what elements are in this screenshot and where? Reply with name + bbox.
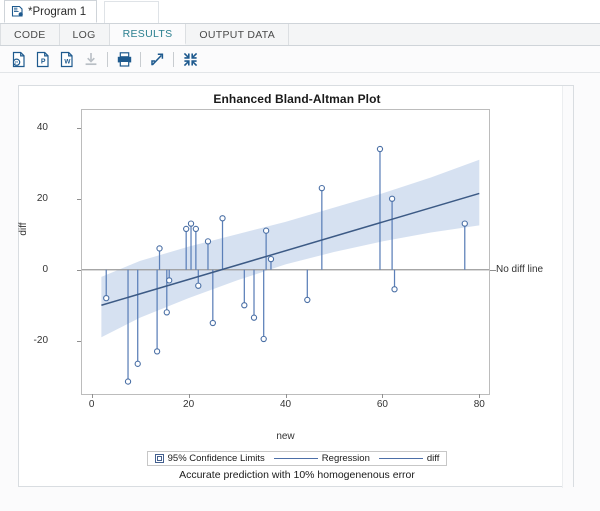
svg-text:W: W [64, 58, 71, 65]
legend-swatch-diff-icon [378, 458, 423, 459]
x-axis-tick-mark [188, 394, 190, 398]
export-pdf-button[interactable]: P [7, 48, 31, 70]
plot-area [81, 109, 490, 395]
tab-log-label: LOG [72, 28, 96, 41]
tab-results[interactable]: RESULTS [109, 24, 187, 45]
export-pdf-icon: P [12, 51, 25, 67]
program-tab-label: *Program 1 [28, 5, 87, 18]
data-point-marker [192, 225, 200, 233]
x-axis-tick-mark [285, 394, 287, 398]
tab-results-label: RESULTS [122, 27, 173, 40]
svg-text:P: P [41, 58, 46, 65]
program-tab[interactable]: *Program 1 [4, 0, 98, 23]
y-axis-tick-label: 0 [42, 263, 48, 275]
maximize-view-icon [183, 52, 197, 66]
open-in-new-window-button[interactable] [145, 48, 169, 70]
data-point-marker [388, 195, 396, 202]
maximize-view-button[interactable] [178, 48, 202, 70]
results-toolbar: P P W [0, 46, 600, 73]
data-point-marker [250, 314, 258, 321]
x-axis-label: new [276, 431, 295, 442]
download-icon [85, 52, 97, 65]
legend-swatch-band-icon [154, 454, 164, 463]
tab-output-data-label: OUTPUT DATA [199, 28, 276, 41]
data-point-marker [156, 245, 163, 252]
data-point-marker [134, 360, 141, 367]
export-word-icon: W [60, 51, 73, 67]
data-point-marker [183, 225, 190, 233]
tab-log[interactable]: LOG [59, 24, 110, 45]
tab-code-label: CODE [14, 28, 46, 41]
results-card: Enhanced Bland-Altman Plot diff -20 0 20 40… [18, 85, 574, 488]
data-point-marker [124, 378, 132, 385]
toolbar-separator-2 [140, 51, 141, 67]
data-point-marker [163, 309, 170, 316]
data-point-marker [376, 145, 384, 153]
x-axis-tick-label: 0 [88, 399, 95, 410]
x-axis-tick-mark [382, 394, 384, 398]
x-axis-tick-label: 40 [279, 399, 292, 410]
x-axis-tick-mark [479, 394, 481, 398]
tab-output-data[interactable]: OUTPUT DATA [186, 24, 290, 45]
print-button[interactable] [112, 48, 136, 70]
data-point-marker [241, 302, 248, 309]
legend-label-ci: 95% Confidence Limits [167, 453, 265, 464]
legend-item-diff[interactable]: diff [378, 453, 440, 464]
legend-label-regression: Regression [321, 453, 370, 464]
data-point-marker [267, 255, 275, 263]
y-axis-tick-label: 40 [36, 121, 48, 133]
data-point-marker [103, 294, 110, 302]
export-word-button[interactable]: W [55, 48, 79, 70]
chart-footnote: Accurate prediction with 10% homogenenou… [179, 469, 415, 481]
legend-swatch-line-icon [273, 458, 318, 459]
data-point-marker [461, 220, 468, 227]
results-scrollbar[interactable] [562, 86, 573, 488]
y-axis-label: diff [18, 222, 30, 236]
data-point-marker [391, 286, 398, 293]
plot-canvas [82, 145, 489, 385]
toolbar-separator-3 [173, 51, 174, 67]
results-pane: Enhanced Bland-Altman Plot diff -20 0 20 40… [0, 73, 600, 511]
tab-code[interactable]: CODE [0, 24, 60, 45]
data-point-marker [209, 319, 216, 327]
chart-title: Enhanced Bland-Altman Plot [213, 92, 381, 106]
data-point-marker [187, 220, 195, 227]
export-powerpoint-icon: P [36, 51, 49, 67]
data-point-marker [153, 348, 161, 355]
x-axis-tick-label: 80 [473, 399, 485, 410]
print-icon [117, 51, 131, 67]
sas-studio-results-window: *Program 1 CODE LOG RESULTS OUTPUT DATA … [0, 0, 600, 511]
legend-item-regression[interactable]: Regression [273, 453, 370, 464]
x-axis-tick-label: 20 [183, 399, 195, 410]
program-document-icon [11, 5, 24, 18]
download-button[interactable] [79, 48, 103, 70]
data-point-marker [304, 296, 311, 304]
toolbar-separator-1 [107, 51, 108, 67]
chart-legend: 95% Confidence Limits Regression diff [147, 451, 447, 466]
data-point-marker [166, 277, 173, 284]
x-axis-tick-mark [91, 394, 93, 398]
data-point-marker [318, 184, 325, 192]
legend-label-diff: diff [426, 453, 440, 464]
data-point-marker [260, 335, 267, 343]
y-axis-tick-label: 20 [36, 192, 48, 204]
no-diff-line-label: No diff line [496, 263, 544, 275]
open-in-new-window-icon [150, 52, 163, 65]
export-powerpoint-button[interactable]: P [31, 48, 55, 70]
data-point-marker [204, 238, 212, 245]
y-axis-tick-label: -20 [33, 334, 48, 346]
data-point-marker [262, 227, 270, 234]
data-point-marker [219, 215, 226, 222]
new-tab-placeholder[interactable] [104, 1, 159, 23]
view-tab-bar: CODE LOG RESULTS OUTPUT DATA [0, 24, 600, 46]
x-axis-tick-label: 60 [376, 399, 388, 410]
legend-item-ci[interactable]: 95% Confidence Limits [154, 453, 265, 464]
svg-text:P: P [15, 60, 18, 65]
program-tab-bar: *Program 1 [0, 0, 600, 24]
data-point-marker [195, 282, 202, 289]
